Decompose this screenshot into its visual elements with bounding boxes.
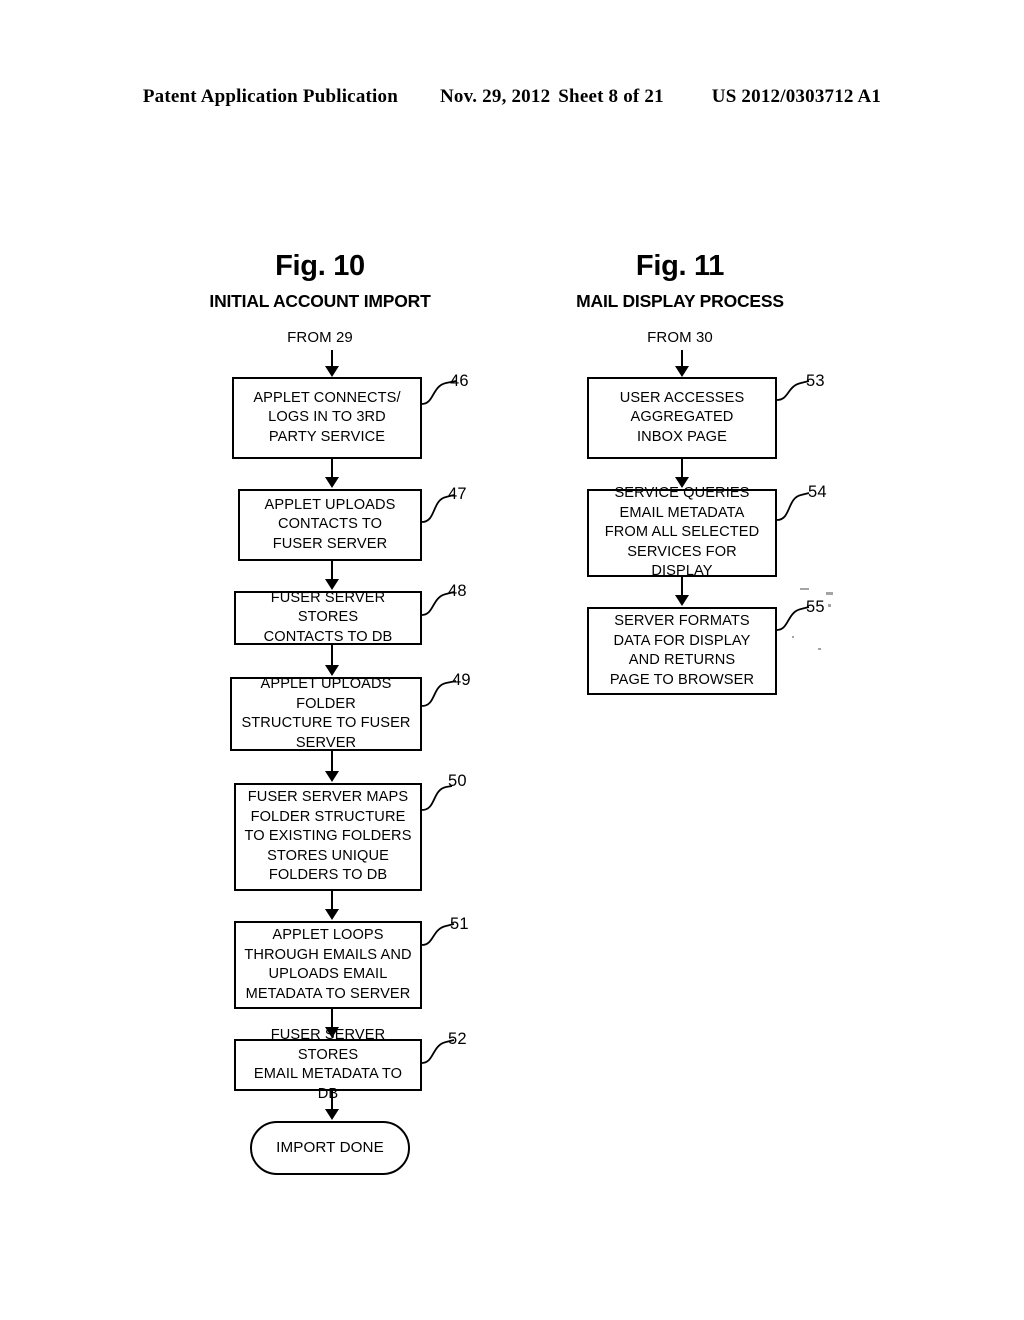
ref-numeral-49: 49 <box>452 671 471 689</box>
flow-node-51: APPLET LOOPS THROUGH EMAILS AND UPLOADS … <box>234 921 422 1009</box>
connector-46-to-47 <box>325 459 339 489</box>
flow-node-52-text: FUSER SERVER STORES EMAIL METADATA TO DB <box>253 1027 403 1102</box>
flow-node-47-text: APPLET UPLOADS CONTACTS TO FUSER SERVER <box>264 496 396 552</box>
ref-numeral-53: 53 <box>806 372 825 390</box>
flow-node-54: SERVICE QUERIES EMAIL METADATA FROM ALL … <box>587 485 777 579</box>
flow-node-48: FUSER SERVER STORES CONTACTS TO DB <box>234 589 422 645</box>
scan-artifact <box>792 636 794 638</box>
flow-node-55: SERVER FORMATS DATA FOR DISPLAY AND RETU… <box>587 607 777 695</box>
scan-artifact <box>818 648 821 650</box>
ref-numeral-50: 50 <box>448 772 467 790</box>
ref-numeral-47: 47 <box>448 485 467 503</box>
flow-node-53: USER ACCESSES AGGREGATED INBOX PAGE <box>587 377 777 459</box>
figure-11-entry-label: FROM 30 <box>647 329 713 346</box>
ref-numeral-55: 55 <box>806 598 825 616</box>
flow-node-import-done: IMPORT DONE <box>250 1121 410 1175</box>
flow-node-55-text: SERVER FORMATS DATA FOR DISPLAY AND RETU… <box>609 613 755 688</box>
scan-artifact <box>826 592 833 595</box>
figure-11-subtitle: MAIL DISPLAY PROCESS <box>576 291 784 311</box>
flow-node-49: APPLET UPLOADS FOLDER STRUCTURE TO FUSER… <box>230 676 422 751</box>
flow-node-50-text: FUSER SERVER MAPS FOLDER STRUCTURE TO EX… <box>244 789 412 884</box>
figure-10-title: Fig. 10 <box>275 250 365 282</box>
figure-10: Fig. 10 INITIAL ACCOUNT IMPORT FROM 29 A… <box>110 0 530 1320</box>
flow-node-53-text: USER ACCESSES AGGREGATED INBOX PAGE <box>619 389 745 445</box>
flow-node-50: FUSER SERVER MAPS FOLDER STRUCTURE TO EX… <box>234 783 422 891</box>
connector-48-to-49 <box>325 645 339 677</box>
ref-numeral-48: 48 <box>448 582 467 600</box>
ref-numeral-52: 52 <box>448 1030 467 1048</box>
figure-10-entry-label: FROM 29 <box>287 329 353 346</box>
scan-artifact <box>800 588 809 590</box>
ref-numeral-46: 46 <box>450 372 469 390</box>
connector-50-to-51 <box>325 891 339 921</box>
flow-node-51-text: APPLET LOOPS THROUGH EMAILS AND UPLOADS … <box>244 927 412 1002</box>
figure-10-subtitle: INITIAL ACCOUNT IMPORT <box>209 291 431 311</box>
connector-47-to-48 <box>325 561 339 591</box>
connector-entry-to-53 <box>675 350 689 377</box>
figure-11-title: Fig. 11 <box>635 250 725 282</box>
flow-node-54-text: SERVICE QUERIES EMAIL METADATA FROM ALL … <box>604 485 760 580</box>
flow-node-52: FUSER SERVER STORES EMAIL METADATA TO DB <box>234 1027 422 1102</box>
figure-11: Fig. 11 MAIL DISPLAY PROCESS FROM 30 USE… <box>470 0 890 1320</box>
ref-numeral-51: 51 <box>450 915 469 933</box>
flow-node-47: APPLET UPLOADS CONTACTS TO FUSER SERVER <box>238 489 422 561</box>
scan-artifact <box>828 604 831 607</box>
flow-node-46: APPLET CONNECTS/ LOGS IN TO 3RD PARTY SE… <box>232 377 422 459</box>
flow-node-46-text: APPLET CONNECTS/ LOGS IN TO 3RD PARTY SE… <box>253 389 401 445</box>
ref-numeral-54: 54 <box>808 483 827 501</box>
flow-node-49-text: APPLET UPLOADS FOLDER STRUCTURE TO FUSER… <box>241 676 411 751</box>
flow-node-48-text: FUSER SERVER STORES CONTACTS TO DB <box>263 589 393 645</box>
connector-49-to-50 <box>325 751 339 783</box>
connector-entry-to-46 <box>325 350 339 377</box>
flow-node-import-done-text: IMPORT DONE <box>276 1139 384 1157</box>
